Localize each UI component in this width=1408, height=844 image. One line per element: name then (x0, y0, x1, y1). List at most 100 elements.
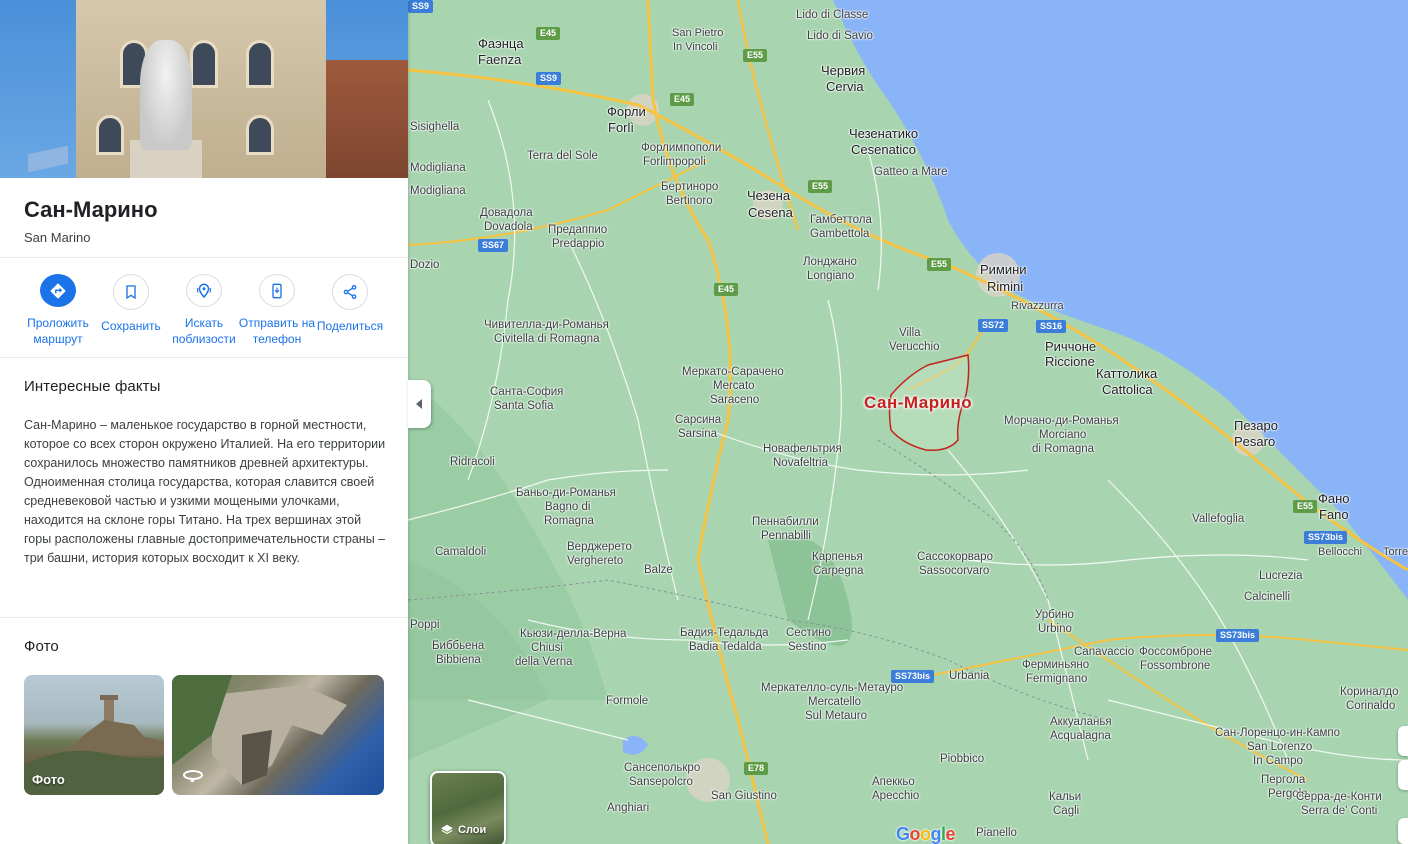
city-label: Canavaccio (1074, 646, 1135, 658)
send-to-phone-button[interactable]: Отправить на телефон (239, 274, 315, 347)
city-label: Чезена (747, 188, 791, 203)
bookmark-icon (113, 274, 149, 310)
city-label: Баньо-ди-Романья (516, 487, 616, 499)
city-label: Morciano (1039, 429, 1087, 441)
city-label: Sul Metauro (805, 710, 868, 722)
city-label: San Giustino (711, 790, 777, 802)
city-label: Forlimpopoli (643, 156, 706, 168)
hero-photo[interactable] (0, 0, 408, 178)
city-label: Сассокорваро (917, 551, 993, 563)
photos-section: Фото Фото (0, 618, 408, 815)
flag-image (28, 145, 68, 173)
city-label: Fano (1319, 507, 1349, 522)
city-label: Cesena (748, 205, 793, 220)
city-label: Lido di Classe (796, 9, 869, 21)
city-label: Апеккьо (872, 776, 915, 788)
road-shield: E55 (927, 258, 952, 271)
city-label: Кьюзи-делла-Верна (520, 628, 627, 640)
road-shield: SS67 (478, 239, 509, 252)
city-label: Terra del Sole (527, 150, 598, 162)
chevron-left-icon (415, 399, 422, 409)
map-canvas[interactable]: Lido di Classe Lido di Savio Фаэнца Faen… (408, 0, 1408, 844)
city-label: Перголa (1261, 774, 1306, 786)
city-label: Gambettola (810, 228, 870, 240)
nearby-icon (186, 274, 222, 307)
city-label: Riccione (1045, 354, 1095, 369)
share-label: Поделиться (316, 319, 384, 333)
city-label: Calcinelli (1244, 591, 1291, 603)
city-label: Verucchio (889, 341, 940, 353)
statue-image (140, 40, 192, 150)
city-label: Пеннабилли (752, 516, 819, 528)
action-bar: Проложить маршрут Сохранить Искать побли… (0, 258, 408, 358)
city-label: Меркато-Сарачено (682, 366, 784, 378)
collapse-panel-button[interactable] (408, 380, 431, 428)
city-label: Novafeltria (773, 457, 828, 469)
window-shape (246, 115, 274, 155)
city-label: Фоссомброне (1139, 646, 1213, 658)
place-title: Сан-Марино (24, 197, 158, 222)
road-shield: E78 (744, 762, 769, 775)
city-label: Gatteo a Mare (874, 166, 948, 178)
san-marino-map-label[interactable]: Сан-Марино (864, 393, 972, 413)
street-view-button[interactable] (1398, 818, 1408, 844)
city-label: Urbino (1038, 623, 1072, 635)
city-label: Pesaro (1234, 434, 1276, 449)
city-label: Vallefoglia (1192, 513, 1245, 525)
city-label: Римини (980, 262, 1027, 277)
city-label: Modigliana (410, 185, 466, 197)
city-label: Lucrezia (1259, 570, 1303, 582)
city-label: Предаппио (548, 224, 608, 236)
road-shield: SS73bis (1304, 531, 1348, 544)
city-label: Lido di Savio (807, 30, 873, 42)
city-label: Predappio (552, 238, 605, 250)
zoom-out-button[interactable] (1398, 760, 1408, 790)
city-label: Chiusi (531, 642, 563, 654)
photo-row: Фото (24, 675, 384, 795)
share-button[interactable]: Поделиться (314, 274, 386, 347)
layers-button[interactable]: Слои (430, 771, 506, 844)
road-shield: SS72 (978, 319, 1009, 332)
place-header: Сан-Марино San Marino (0, 178, 408, 258)
city-label: Верджерето (567, 541, 632, 553)
city-label: Poppi (410, 619, 440, 631)
city-label: San Pietro (672, 27, 724, 39)
google-logo: Google (896, 824, 956, 844)
road-shield: E55 (1293, 500, 1318, 513)
city-label: della Verna (515, 656, 573, 668)
layers-text: Слои (440, 823, 486, 837)
road-shield: E55 (808, 180, 833, 193)
city-label: Риччоне (1045, 339, 1097, 354)
city-label: Ridracoli (450, 456, 495, 468)
city-label: Сестино (786, 627, 831, 639)
road-shield: SS73bis (1216, 629, 1260, 642)
photo-360-thumbnail[interactable] (172, 675, 384, 795)
side-building-image (326, 60, 408, 178)
window-shape (190, 40, 218, 88)
share-icon (332, 274, 368, 310)
city-label: Cervia (826, 79, 864, 94)
city-label: Longiano (807, 270, 855, 282)
city-label: Каттолика (1096, 366, 1158, 381)
city-label: Лонджано (803, 256, 857, 268)
directions-button[interactable]: Проложить маршрут (22, 274, 94, 347)
city-label: Verghereto (567, 555, 624, 567)
city-label: Фаэнца (478, 36, 524, 51)
photo-thumbnail[interactable]: Фото (24, 675, 164, 795)
city-label: Rivazzurra (1011, 300, 1064, 312)
city-label: Cattolica (1102, 382, 1153, 397)
city-label: Faenza (478, 52, 522, 67)
road-shield: E55 (743, 49, 768, 62)
zoom-in-button[interactable] (1398, 726, 1408, 756)
road-shield: SS9 (408, 0, 434, 13)
city-label: Balze (644, 564, 673, 576)
rotate-360-icon (182, 768, 204, 787)
city-label: Urbania (949, 670, 990, 682)
city-label: Урбино (1035, 609, 1074, 621)
city-label: Dovadola (484, 221, 533, 233)
city-label: Bibbiena (436, 654, 481, 666)
city-label: Сансеполькро (624, 762, 701, 774)
city-label: Санта-София (490, 386, 564, 398)
city-label: Forlì (608, 120, 634, 135)
road-shield: E45 (670, 93, 695, 106)
